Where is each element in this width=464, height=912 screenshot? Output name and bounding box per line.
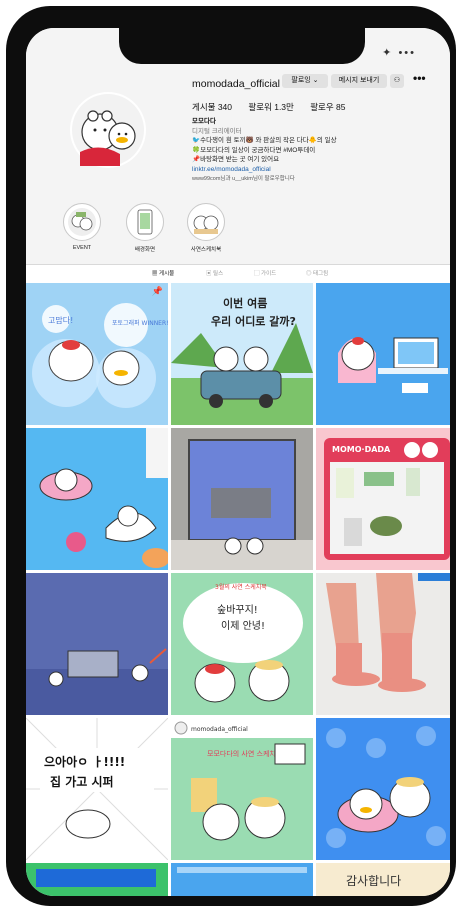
post-text: 숲바꾸지! [217, 604, 258, 616]
following-count[interactable]: 팔로우 85 [310, 102, 345, 112]
post-text: 3월의 사연 스케치북 [215, 583, 267, 591]
followed-by-text[interactable]: www99com님과 u__ukim님이 팔로우합니다 [192, 174, 295, 182]
post-text: 고맙다! [48, 315, 73, 325]
post-tile[interactable] [316, 573, 450, 715]
highlight-wallpaper[interactable]: 배경화면 [122, 203, 168, 253]
bio-link[interactable]: linktr.ee/momodada_official [192, 165, 337, 175]
highlight-event-cover [63, 203, 101, 241]
bio-name: 모모다다 [192, 118, 216, 125]
post-tile[interactable]: 감사합니다 [316, 863, 450, 896]
bio-category: 디지털 크리에이터 [192, 127, 242, 135]
following-button[interactable]: 팔로잉 ⌄ [282, 74, 328, 88]
more-options-button[interactable]: ••• [413, 71, 426, 85]
post-text: MOMO·DADA [332, 445, 391, 454]
tab-guide[interactable]: ▢ 가이드 [254, 269, 276, 277]
bio-line-1: 🐦수다쟁이 흰 토끼🐻 와 판살의 작은 다다🐥의 일상 [192, 137, 337, 144]
phone-screen: ✦ ••• momodada_official 팔로잉 ⌄ 메시지 보내기 ⚇ … [26, 28, 450, 896]
post-text: 모모다다의 사연 스케치북 [207, 749, 283, 758]
post-text: 이번 여름 [223, 296, 267, 310]
avatar[interactable] [70, 92, 146, 168]
add-person-button[interactable]: ⚇ [390, 74, 404, 88]
post-text: 이제 안녕! [221, 620, 265, 632]
post-tile[interactable] [171, 863, 313, 896]
bio-line-2: 🍀모모다다의 일상이 궁금하다면 #MO투데이 [192, 146, 316, 154]
message-button[interactable]: 메시지 보내기 [331, 74, 387, 88]
highlight-sketchbook[interactable]: 사연스케치북 [183, 203, 229, 253]
post-tile[interactable] [171, 428, 313, 570]
post-tile[interactable] [26, 863, 168, 896]
followers-count[interactable]: 팔로워 1.3만 [248, 102, 293, 112]
post-tile[interactable] [26, 573, 168, 715]
post-tile[interactable]: 이번 여름우리 어디로 갈까? [171, 283, 313, 425]
post-text: 우리 어디로 갈까? [211, 314, 296, 328]
top-menu-icons[interactable]: ✦ ••• [382, 46, 416, 59]
phone-frame: ✦ ••• momodada_official 팔로잉 ⌄ 메시지 보내기 ⚇ … [6, 6, 456, 906]
post-tile[interactable]: 3월의 사연 스케치북숲바꾸지! 이제 안녕! [171, 573, 313, 715]
post-tile[interactable]: 으아아ㅇ ㅏ!!!! 집 가고 시퍼 [26, 718, 168, 860]
pin-icon: 📌 [151, 286, 163, 296]
profile-bio: 모모다다 디지털 크리에이터 🐦수다쟁이 흰 토끼🐻 와 판살의 작은 다다🐥의… [192, 117, 337, 174]
highlight-label: 사연스케치북 [190, 247, 222, 253]
post-tile[interactable] [26, 428, 168, 570]
post-tile[interactable]: MOMO·DADA [316, 428, 450, 570]
post-tile[interactable]: momodada_official 모모다다의 사연 스케치북 [171, 718, 313, 860]
post-text: 포토그래퍼 WINNER! [112, 319, 168, 327]
post-text: momodada_official [191, 726, 248, 733]
post-tile[interactable] [316, 718, 450, 860]
highlight-event[interactable]: EVENT [59, 203, 105, 251]
highlight-label: 배경화면 [134, 247, 156, 253]
phone-notch [119, 20, 365, 64]
highlight-wallpaper-cover [126, 203, 164, 241]
highlight-sketchbook-cover [187, 203, 225, 241]
post-tile[interactable] [316, 283, 450, 425]
tab-posts[interactable]: ▦ 게시물 [152, 269, 174, 277]
tab-tagged[interactable]: ◎ 태그됨 [306, 269, 328, 277]
tab-reels[interactable]: ▣ 릴스 [206, 269, 223, 277]
profile-tabs: ▦ 게시물 ▣ 릴스 ▢ 가이드 ◎ 태그됨 [26, 264, 450, 281]
post-text: 집 가고 시퍼 [50, 774, 114, 789]
profile-username: momodada_official [192, 78, 280, 90]
posts-count[interactable]: 게시물 340 [192, 102, 232, 112]
add-person-icon: ⚇ [393, 77, 401, 84]
highlight-label: EVENT [72, 245, 92, 251]
profile-stats: 게시물 340 팔로워 1.3만 팔로우 85 [192, 101, 360, 113]
bio-line-3: 📌바탕화면 받는 곳 여기 있어요 [192, 156, 280, 163]
post-text: 으아아ㅇ ㅏ!!!! [44, 754, 125, 769]
post-tile[interactable]: 고맙다! 포토그래퍼 WINNER! 📌 [26, 283, 168, 425]
post-text: 감사합니다 [346, 874, 401, 888]
